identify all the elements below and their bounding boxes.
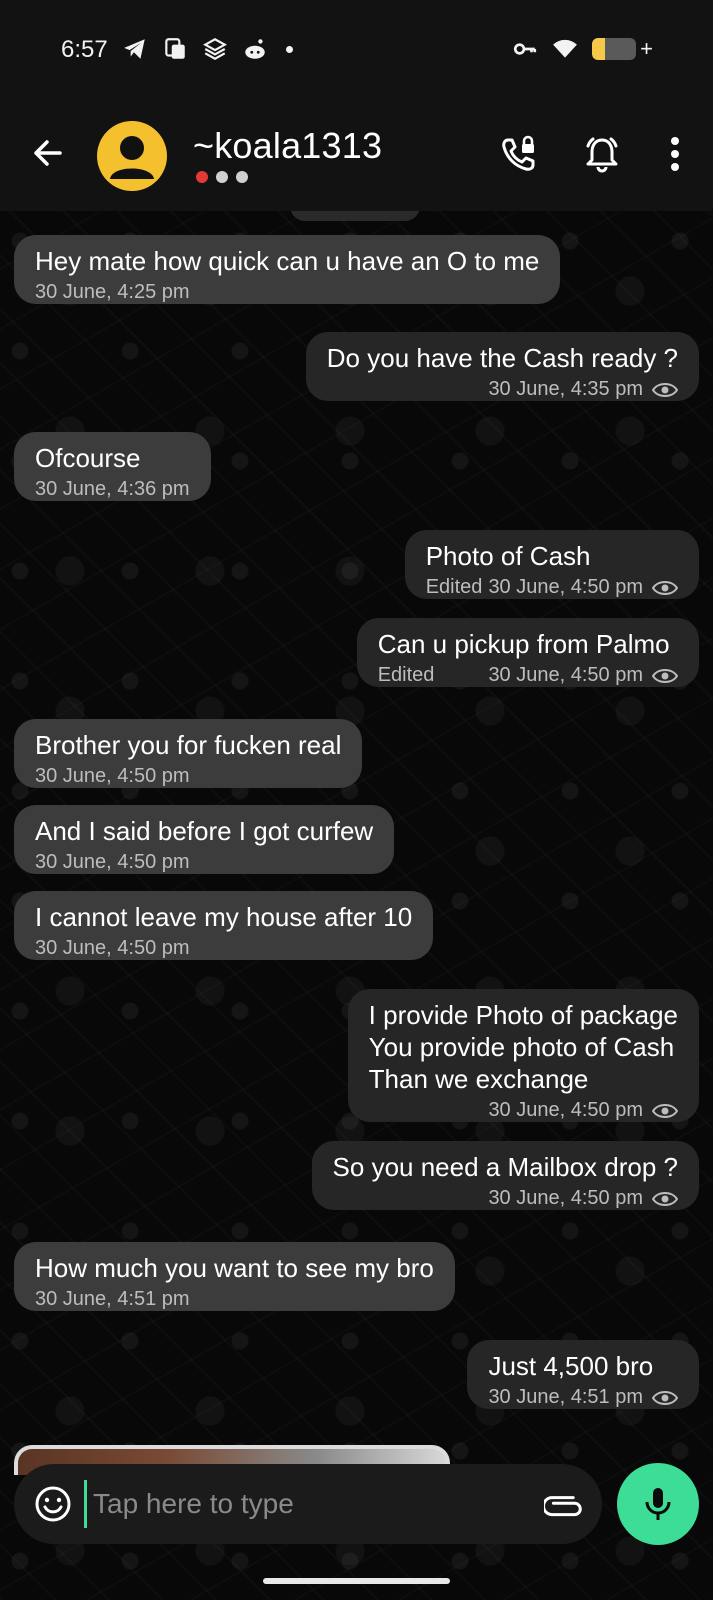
edited-label: Edited — [425, 576, 483, 598]
home-indicator[interactable] — [263, 1578, 450, 1584]
stack-icon — [203, 38, 227, 60]
attachment-icon[interactable] — [544, 1484, 584, 1524]
message-text: I provide Photo of package You provide p… — [368, 1000, 678, 1094]
chat-messages[interactable]: Hey mate how quick can u have an O to me… — [0, 211, 713, 1600]
message-bubble-incoming[interactable]: Hey mate how quick can u have an O to me… — [14, 235, 561, 304]
bell-ring-icon — [586, 137, 618, 173]
message-meta: 30 June, 4:50 pm — [369, 1099, 678, 1122]
message-timestamp: 30 June, 4:35 pm — [488, 378, 643, 400]
battery-icon — [592, 38, 637, 60]
status-bar: 6:57 + — [0, 0, 713, 100]
message-bubble-outgoing[interactable]: Do you have the Cash ready ? 30 June, 4:… — [305, 332, 699, 401]
battery-level-fill — [592, 38, 606, 60]
message-meta: 30 June, 4:50 pm — [35, 851, 373, 874]
seen-eye-icon — [652, 580, 678, 595]
message-bubble-incoming[interactable]: And I said before I got curfew 30 June, … — [14, 805, 395, 874]
message-timestamp: 30 June, 4:50 pm — [488, 576, 643, 598]
kebab-menu-icon — [671, 137, 679, 171]
message-text: Photo of Cash — [425, 541, 591, 571]
message-timestamp: 30 June, 4:25 pm — [35, 281, 190, 303]
seen-eye-icon — [652, 1390, 678, 1405]
message-timestamp: 30 June, 4:50 pm — [488, 664, 643, 686]
call-button[interactable] — [495, 130, 543, 178]
message-text: Can u pickup from Palmo — [377, 629, 670, 659]
message-bubble-incoming[interactable]: Ofcourse 30 June, 4:36 pm — [14, 432, 211, 501]
message-timestamp: 30 June, 4:50 pm — [35, 851, 190, 873]
more-notifications-dot — [286, 45, 293, 53]
status-notification-icons — [122, 36, 293, 62]
telegram-icon — [124, 39, 145, 59]
person-icon — [110, 136, 154, 179]
photos-icon — [165, 38, 185, 59]
message-bubble-outgoing[interactable]: I provide Photo of package You provide p… — [347, 989, 699, 1122]
message-input[interactable] — [84, 1480, 524, 1528]
status-system-icons: + — [512, 36, 653, 62]
presence-dot — [236, 171, 248, 183]
chat-header: ~koala1313 — [0, 100, 713, 211]
message-text: So you need a Mailbox drop ? — [332, 1152, 678, 1182]
presence-indicator — [196, 171, 248, 183]
message-bubble-outgoing[interactable]: Can u pickup from Palmo Edited 30 June, … — [356, 618, 699, 687]
seen-eye-icon — [652, 668, 678, 683]
message-meta: 30 June, 4:51 pm — [35, 1288, 434, 1311]
message-text: Brother you for fucken real — [35, 730, 342, 760]
notifications-button[interactable] — [578, 130, 626, 178]
message-meta: 30 June, 4:35 pm — [327, 378, 678, 401]
message-timestamp: 30 June, 4:50 pm — [488, 1187, 643, 1209]
vpn-key-icon — [514, 43, 537, 55]
reddit-icon — [245, 39, 265, 59]
seen-eye-icon — [652, 1191, 678, 1206]
more-options-button[interactable] — [651, 130, 699, 178]
message-meta: 30 June, 4:50 pm — [333, 1187, 678, 1210]
back-arrow-icon[interactable] — [28, 133, 68, 173]
message-meta: 30 June, 4:50 pm — [35, 765, 341, 788]
message-timestamp: 30 June, 4:50 pm — [35, 937, 190, 959]
message-meta: 30 June, 4:50 pm — [35, 937, 412, 960]
message-meta: 30 June, 4:25 pm — [35, 281, 539, 304]
status-time: 6:57 — [61, 36, 108, 63]
emoji-icon[interactable] — [33, 1484, 73, 1524]
message-bubble-incoming[interactable]: I cannot leave my house after 10 30 June… — [14, 891, 434, 960]
message-meta: 30 June, 4:36 pm — [35, 478, 190, 501]
message-text: Do you have the Cash ready ? — [326, 343, 678, 373]
message-composer — [14, 1464, 602, 1544]
message-timestamp: 30 June, 4:51 pm — [488, 1386, 643, 1408]
phone-lock-icon — [502, 135, 535, 171]
partial-message-bubble — [290, 211, 420, 221]
wifi-icon — [553, 39, 578, 58]
seen-eye-icon — [652, 1103, 678, 1118]
message-timestamp: 30 June, 4:50 pm — [35, 765, 190, 787]
message-text: Just 4,500 bro — [488, 1351, 654, 1381]
message-text: I cannot leave my house after 10 — [35, 902, 413, 932]
message-bubble-outgoing[interactable]: Just 4,500 bro 30 June, 4:51 pm — [467, 1340, 699, 1409]
edited-label: Edited — [377, 664, 435, 686]
message-text: Hey mate how quick can u have an O to me — [35, 246, 540, 276]
message-bubble-incoming[interactable]: Brother you for fucken real 30 June, 4:5… — [14, 719, 363, 788]
message-meta: Edited 30 June, 4:50 pm — [378, 664, 678, 687]
avatar[interactable] — [97, 121, 167, 191]
message-bubble-outgoing[interactable]: So you need a Mailbox drop ? 30 June, 4:… — [311, 1141, 699, 1210]
presence-dot — [216, 171, 228, 183]
voice-record-button[interactable] — [617, 1463, 699, 1545]
message-timestamp: 30 June, 4:50 pm — [488, 1099, 643, 1121]
message-bubble-outgoing[interactable]: Photo of Cash Edited 30 June, 4:50 pm — [404, 530, 699, 599]
seen-eye-icon — [652, 382, 678, 397]
contact-name[interactable]: ~koala1313 — [193, 125, 382, 167]
message-meta: Edited 30 June, 4:50 pm — [426, 576, 678, 599]
message-timestamp: 30 June, 4:51 pm — [35, 1288, 190, 1310]
message-text: Ofcourse — [35, 443, 141, 473]
microphone-icon — [645, 1488, 671, 1520]
message-bubble-incoming[interactable]: How much you want to see my bro 30 June,… — [14, 1242, 455, 1311]
message-timestamp: 30 June, 4:36 pm — [35, 478, 190, 500]
charging-icon: + — [640, 36, 653, 61]
message-meta: 30 June, 4:51 pm — [488, 1386, 678, 1409]
message-text: And I said before I got curfew — [35, 816, 374, 846]
presence-dot — [196, 171, 208, 183]
message-text: How much you want to see my bro — [35, 1253, 434, 1283]
